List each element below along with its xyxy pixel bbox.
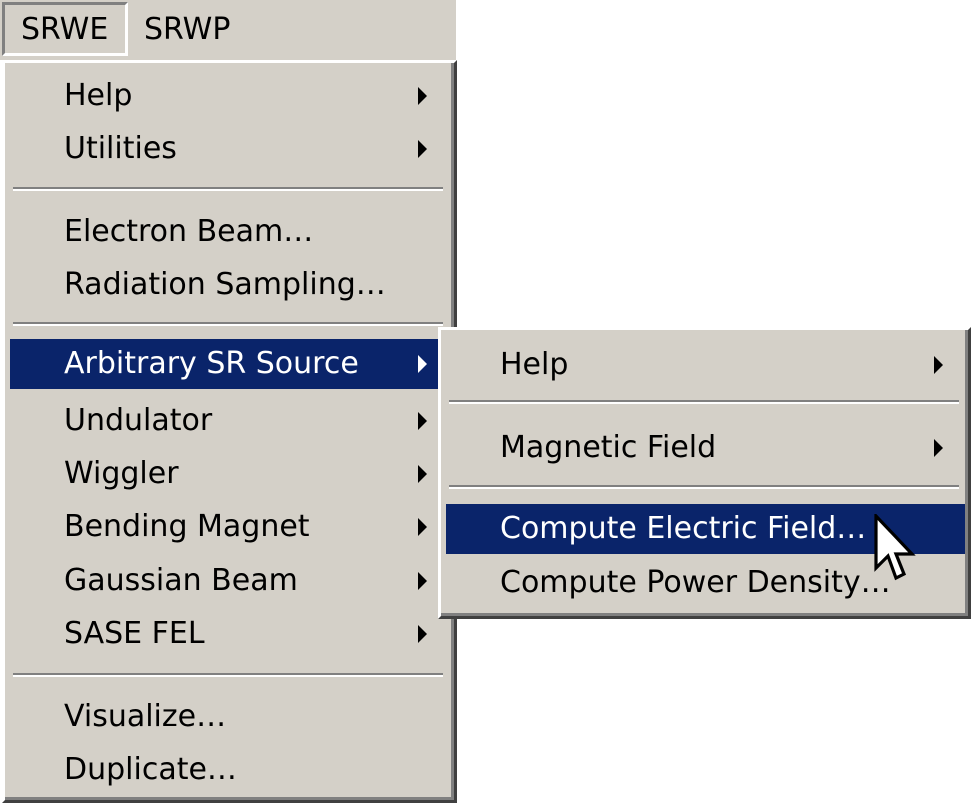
srwe-dropdown-menu: Help Utilities Electron Beam… Radiation …	[2, 60, 457, 803]
menu-item-label: Help	[64, 78, 133, 113]
submenu-arrow-icon	[418, 355, 427, 373]
menu-item-gaussian-beam[interactable]: Gaussian Beam	[10, 556, 448, 606]
menu-item-electron-beam[interactable]: Electron Beam…	[10, 207, 448, 257]
menu-item-arbitrary-sr-source[interactable]: Arbitrary SR Source	[10, 339, 448, 389]
menu-item-label: Arbitrary SR Source	[64, 346, 359, 381]
menu-item-label: SASE FEL	[64, 616, 205, 651]
menu-separator	[449, 400, 959, 404]
menu-item-label: Radiation Sampling…	[64, 267, 386, 302]
menu-item-label: Undulator	[64, 403, 213, 438]
submenu-arrow-icon	[418, 87, 427, 105]
menu-item-label: Gaussian Beam	[64, 563, 298, 598]
submenu-arrow-icon	[418, 625, 427, 643]
menu-srwe[interactable]: SRWE	[2, 2, 128, 56]
menu-item-label: Utilities	[64, 131, 177, 166]
submenu-item-magnetic-field[interactable]: Magnetic Field	[446, 423, 965, 473]
menu-item-label: Bending Magnet	[64, 509, 310, 544]
menu-item-duplicate[interactable]: Duplicate…	[10, 745, 448, 795]
menu-item-help[interactable]: Help	[10, 71, 448, 121]
menu-item-label: Compute Power Density…	[500, 565, 891, 600]
menu-item-undulator[interactable]: Undulator	[10, 396, 448, 446]
menu-item-label: Help	[500, 347, 569, 382]
menu-item-label: Duplicate…	[64, 752, 237, 787]
menu-item-label: Visualize…	[64, 699, 227, 734]
submenu-arrow-icon	[418, 412, 427, 430]
submenu-arrow-icon	[418, 140, 427, 158]
mouse-pointer-icon	[874, 514, 916, 581]
menu-srwp[interactable]: SRWP	[136, 2, 256, 56]
menu-item-label: Electron Beam…	[64, 214, 314, 249]
menu-item-wiggler[interactable]: Wiggler	[10, 449, 448, 499]
menu-bar: SRWE SRWP	[0, 0, 456, 60]
submenu-item-help[interactable]: Help	[446, 340, 965, 390]
menu-separator	[13, 322, 443, 326]
submenu-arrow-icon	[934, 439, 943, 457]
submenu-arrow-icon	[934, 356, 943, 374]
menu-item-label: Wiggler	[64, 456, 179, 491]
menu-item-bending-magnet[interactable]: Bending Magnet	[10, 502, 448, 552]
menu-item-utilities[interactable]: Utilities	[10, 124, 448, 174]
menu-item-radiation-sampling[interactable]: Radiation Sampling…	[10, 260, 448, 310]
menu-item-label: Magnetic Field	[500, 430, 717, 465]
menu-item-label: Compute Electric Field…	[500, 511, 867, 546]
menu-item-visualize[interactable]: Visualize…	[10, 692, 448, 742]
screen: SRWE SRWP Help Utilities Electron Beam… …	[0, 0, 971, 803]
menu-item-sase-fel[interactable]: SASE FEL	[10, 609, 448, 659]
menu-separator	[13, 673, 443, 677]
submenu-arrow-icon	[418, 465, 427, 483]
submenu-arrow-icon	[418, 518, 427, 536]
menu-separator	[13, 187, 443, 191]
menu-separator	[449, 485, 959, 489]
submenu-arrow-icon	[418, 572, 427, 590]
